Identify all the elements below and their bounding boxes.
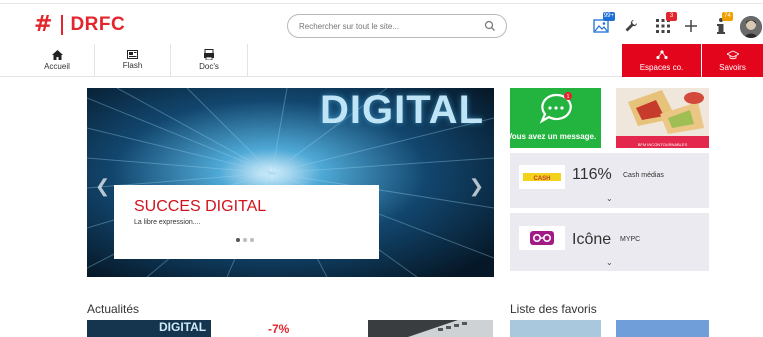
mypc-label: MYPC — [620, 236, 641, 243]
hero-caption-card[interactable]: SUCCES DIGITAL La libre expression.... — [114, 185, 379, 259]
nav-label: Savoirs — [719, 62, 746, 72]
nav-item-savoirs[interactable]: Savoirs — [702, 44, 763, 77]
newspaper-icon — [127, 50, 138, 59]
nav-label: Accueil — [44, 61, 70, 71]
apps-badge: 3 — [666, 12, 677, 21]
food-tile-text: BFM INCONTOURNABLES — [637, 142, 688, 147]
top-divider — [0, 3, 763, 4]
nav-label: Flash — [122, 61, 143, 70]
nav-item-docs[interactable]: Doc's — [171, 44, 248, 76]
news-thumb-1-word: DIGITAL — [159, 320, 207, 334]
cash-medias-logo: CASH — [519, 165, 565, 189]
nav-item-espaces-co[interactable]: Espaces co. — [622, 44, 701, 77]
user-avatar-icon — [740, 16, 762, 38]
chevron-down-icon[interactable]: ⌄ — [606, 258, 613, 267]
info-button[interactable]: 74 — [714, 12, 733, 36]
avatar[interactable] — [740, 16, 762, 38]
carousel-next-arrow[interactable]: ❯ — [469, 176, 484, 197]
carousel-dots — [236, 238, 254, 242]
news-thumb-3[interactable] — [368, 320, 493, 337]
hero-carousel[interactable]: DIGITAL ❮ ❯ SUCCES DIGITAL La libre expr… — [87, 88, 494, 277]
svg-text:CASH: CASH — [533, 176, 550, 182]
mypc-card[interactable]: Icône MYPC ⌄ — [510, 213, 709, 271]
carousel-prev-arrow[interactable]: ❮ — [95, 176, 110, 197]
carousel-dot[interactable] — [243, 238, 247, 242]
chat-bubble-icon: 1 — [539, 92, 572, 124]
wrench-icon — [625, 19, 638, 32]
hero-title[interactable]: SUCCES DIGITAL — [134, 198, 266, 216]
chevron-down-icon[interactable]: ⌄ — [606, 194, 613, 203]
apps-button[interactable]: 3 — [654, 12, 677, 36]
logo-separator — [61, 14, 64, 35]
news-thumb-2[interactable]: -7% — [238, 320, 346, 337]
main-nav: Accueil Flash Doc's Espaces co. Savoirs — [0, 44, 763, 77]
message-tile-text: Vous avez un message. — [510, 132, 597, 141]
search-icon[interactable] — [484, 20, 496, 32]
graduation-cap-icon — [726, 49, 739, 59]
favorites-section-title: Liste des favoris — [510, 302, 597, 316]
calculator-image — [368, 320, 493, 337]
cash-medias-value: 116% — [572, 166, 612, 183]
carousel-dot[interactable] — [250, 238, 254, 242]
nav-item-flash[interactable]: Flash — [95, 44, 171, 76]
cash-medias-label: Cash médias — [623, 172, 664, 179]
news-thumb-1[interactable]: DIGITAL — [87, 320, 211, 337]
images-badge: 99+ — [602, 12, 615, 21]
mypc-icon — [530, 231, 554, 245]
mypc-title: Icône — [572, 231, 612, 248]
message-tile[interactable]: 1 Vous avez un message. — [510, 88, 601, 148]
home-icon — [51, 49, 63, 60]
nav-item-accueil[interactable]: Accueil — [20, 44, 95, 76]
nav-label: Doc's — [199, 62, 219, 71]
favorite-thumb-2[interactable] — [616, 320, 709, 337]
news-thumb-2-word: -7% — [268, 322, 290, 336]
mypc-logo — [519, 226, 565, 250]
images-button[interactable]: 99+ — [592, 12, 615, 36]
cash-medias-card[interactable]: CASH 116% Cash médias ⌄ — [510, 153, 709, 208]
hero-banner-word: DIGITAL — [319, 88, 484, 132]
logo-hash: # — [34, 12, 53, 37]
logo-text: DRFC — [70, 13, 126, 35]
cash-medias-logo-icon: CASH — [523, 173, 561, 182]
nav-label: Espaces co. — [639, 62, 684, 72]
people-network-icon — [655, 49, 668, 59]
add-button[interactable] — [683, 16, 699, 36]
top-bar: # DRFC 99+ 3 — [0, 0, 763, 44]
svg-text:1: 1 — [567, 94, 570, 100]
food-tile[interactable]: BFM INCONTOURNABLES — [616, 88, 709, 148]
tools-button[interactable] — [622, 16, 640, 36]
search-input[interactable] — [299, 19, 474, 34]
carousel-dot[interactable] — [236, 238, 240, 242]
search-box[interactable] — [287, 14, 507, 38]
hero-subtitle: La libre expression.... — [134, 219, 201, 226]
plus-icon — [685, 20, 697, 32]
news-section-title: Actualités — [87, 302, 140, 316]
document-icon — [204, 49, 214, 60]
favorite-thumb-1[interactable] — [510, 320, 601, 337]
site-logo[interactable]: # DRFC — [34, 12, 125, 37]
notifications-badge: 74 — [722, 12, 733, 21]
